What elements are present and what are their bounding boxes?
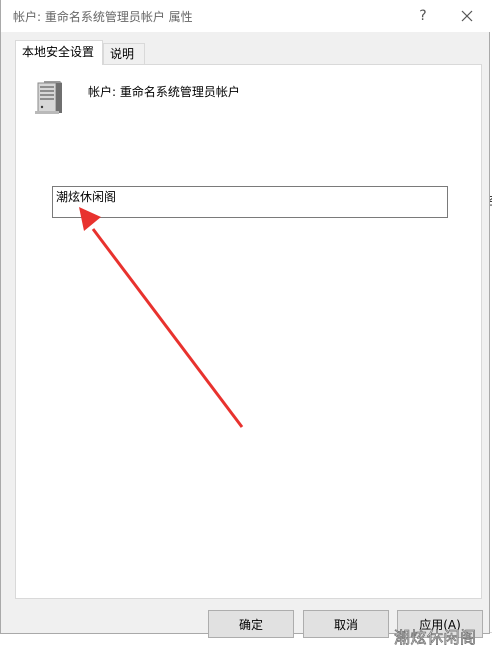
server-icon	[35, 81, 62, 114]
window-title: 帐户: 重命名系统管理员帐户 属性	[13, 10, 193, 24]
properties-dialog: 帐户: 重命名系统管理员帐户 属性 ? 本地安全设置 说明 帐户: 重命名系统管…	[0, 0, 491, 638]
account-policy-label: 帐户: 重命名系统管理员帐户	[88, 85, 240, 99]
watermark: 潮炫休闲阁	[394, 628, 477, 648]
help-icon: ?	[419, 8, 427, 24]
title-bar[interactable]: 帐户: 重命名系统管理员帐户 属性 ?	[1, 0, 491, 32]
close-icon	[461, 10, 473, 22]
tab-local-security-setting[interactable]: 本地安全设置	[15, 40, 103, 65]
cancel-button[interactable]: 取消	[303, 610, 389, 638]
close-button[interactable]	[445, 0, 489, 32]
tab-explain[interactable]: 说明	[103, 43, 145, 65]
account-name-input[interactable]	[52, 186, 448, 218]
tab-panel: 帐户: 重命名系统管理员帐户	[15, 64, 482, 599]
help-button[interactable]: ?	[401, 0, 445, 32]
ok-button[interactable]: 确定	[208, 610, 294, 638]
